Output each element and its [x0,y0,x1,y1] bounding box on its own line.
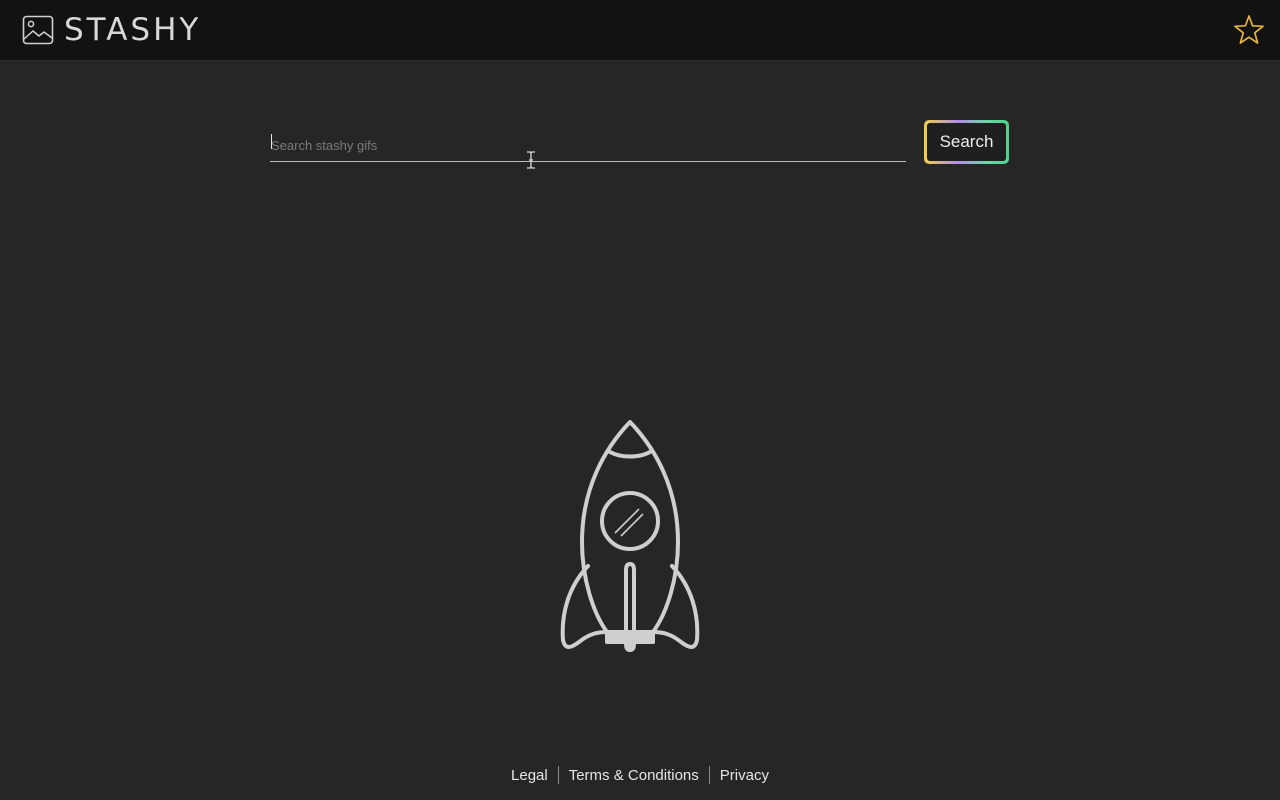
search-button[interactable]: Search [924,120,1009,164]
image-icon [22,15,54,45]
text-cursor-icon [527,151,535,169]
footer-links: Legal Terms & Conditions Privacy [0,762,1280,788]
star-icon[interactable] [1232,13,1266,47]
footer-link-legal[interactable]: Legal [511,767,548,784]
footer-link-terms[interactable]: Terms & Conditions [569,767,699,784]
brand-name: STASHY [64,12,202,48]
search-button-label: Search [927,123,1006,161]
search-input[interactable] [270,130,906,162]
footer-divider [557,766,559,784]
text-caret [271,134,272,149]
footer-divider [708,766,710,784]
footer-link-privacy[interactable]: Privacy [720,767,769,784]
rocket-icon [560,420,700,653]
top-bar: STASHY [0,0,1280,61]
brand-logo[interactable]: STASHY [22,14,201,46]
